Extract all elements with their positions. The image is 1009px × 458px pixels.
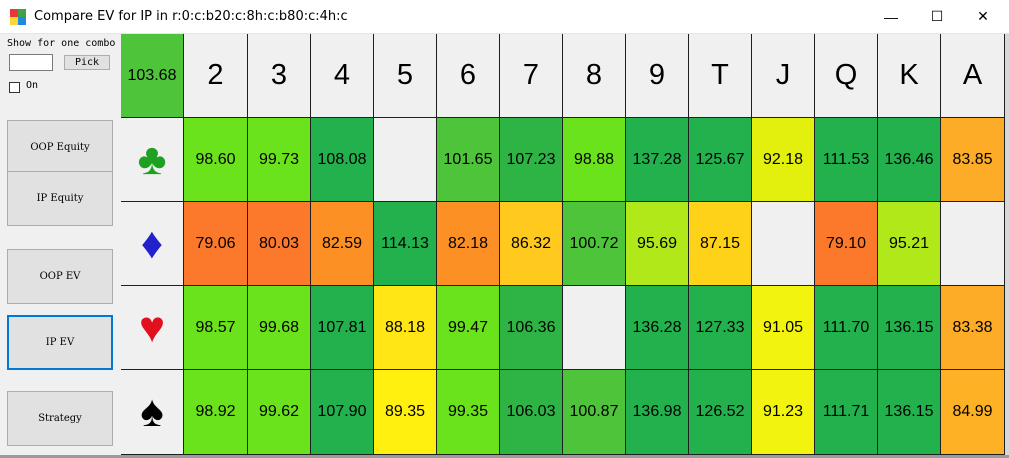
ev-cell-9-clubs[interactable]: 137.28	[626, 118, 689, 202]
ev-cell-j-diamonds[interactable]	[752, 202, 815, 286]
ev-cell-k-hearts[interactable]: 136.15	[878, 286, 941, 370]
ev-grid: 103.68 2 3 4 5 6 7 8 9 T J Q K A ♣ 98.60 99.73 108.08 101.…	[121, 34, 1005, 455]
ev-cell-6-spades[interactable]: 99.35	[437, 370, 500, 455]
ev-cell-q-spades[interactable]: 111.71	[815, 370, 878, 455]
ev-cell-6-diamonds[interactable]: 82.18	[437, 202, 500, 286]
pick-button[interactable]: Pick	[64, 55, 110, 70]
ev-cell-4-hearts[interactable]: 107.81	[311, 286, 374, 370]
close-button[interactable]: ✕	[960, 0, 1006, 33]
ev-cell-3-clubs[interactable]: 99.73	[248, 118, 311, 202]
suit-header-spades[interactable]: ♠	[121, 370, 184, 455]
ev-cell-t-diamonds[interactable]: 87.15	[689, 202, 752, 286]
ev-cell-2-clubs[interactable]: 98.60	[184, 118, 248, 202]
ev-cell-k-clubs[interactable]: 136.46	[878, 118, 941, 202]
ev-cell-3-spades[interactable]: 99.62	[248, 370, 311, 455]
on-checkbox[interactable]	[9, 82, 20, 93]
rank-header-j[interactable]: J	[752, 34, 815, 118]
title-bar: Compare EV for IP in r:0:c:b20:c:8h:c:b8…	[0, 0, 1009, 34]
ev-cell-8-spades[interactable]: 100.87	[563, 370, 626, 455]
show-combo-label: Show for one combo	[7, 38, 116, 49]
ev-cell-2-hearts[interactable]: 98.57	[184, 286, 248, 370]
rank-header-7[interactable]: 7	[500, 34, 563, 118]
ip-ev-button[interactable]: IP EV	[7, 315, 113, 370]
ev-cell-q-hearts[interactable]: 111.70	[815, 286, 878, 370]
app-icon	[10, 9, 26, 25]
ev-cell-5-hearts[interactable]: 88.18	[374, 286, 437, 370]
ev-cell-7-hearts[interactable]: 106.36	[500, 286, 563, 370]
rank-header-k[interactable]: K	[878, 34, 941, 118]
ev-cell-k-spades[interactable]: 136.15	[878, 370, 941, 455]
rank-header-8[interactable]: 8	[563, 34, 626, 118]
ev-cell-a-diamonds[interactable]	[941, 202, 1005, 286]
rank-header-a[interactable]: A	[941, 34, 1005, 118]
club-icon: ♣	[137, 134, 167, 184]
suit-header-diamonds[interactable]: ♦	[121, 202, 184, 286]
ev-cell-5-diamonds[interactable]: 114.13	[374, 202, 437, 286]
ip-equity-button[interactable]: IP Equity	[7, 171, 113, 226]
ev-cell-j-clubs[interactable]: 92.18	[752, 118, 815, 202]
ev-cell-4-clubs[interactable]: 108.08	[311, 118, 374, 202]
ev-cell-a-clubs[interactable]: 83.85	[941, 118, 1005, 202]
ev-cell-8-clubs[interactable]: 98.88	[563, 118, 626, 202]
ev-cell-3-diamonds[interactable]: 80.03	[248, 202, 311, 286]
ev-cell-j-hearts[interactable]: 91.05	[752, 286, 815, 370]
rank-header-3[interactable]: 3	[248, 34, 311, 118]
ev-cell-k-diamonds[interactable]: 95.21	[878, 202, 941, 286]
rank-header-6[interactable]: 6	[437, 34, 500, 118]
ev-cell-8-hearts[interactable]	[563, 286, 626, 370]
ev-cell-9-spades[interactable]: 136.98	[626, 370, 689, 455]
ev-cell-j-spades[interactable]: 91.23	[752, 370, 815, 455]
ev-cell-5-clubs[interactable]	[374, 118, 437, 202]
minimize-button[interactable]: —	[868, 0, 914, 33]
diamond-icon: ♦	[140, 218, 164, 268]
ev-cell-t-hearts[interactable]: 127.33	[689, 286, 752, 370]
suit-header-hearts[interactable]: ♥	[121, 286, 184, 370]
ev-cell-6-hearts[interactable]: 99.47	[437, 286, 500, 370]
ev-cell-4-diamonds[interactable]: 82.59	[311, 202, 374, 286]
ev-cell-8-diamonds[interactable]: 100.72	[563, 202, 626, 286]
ev-cell-a-spades[interactable]: 84.99	[941, 370, 1005, 455]
ev-cell-9-hearts[interactable]: 136.28	[626, 286, 689, 370]
ev-cell-4-spades[interactable]: 107.90	[311, 370, 374, 455]
ev-cell-q-clubs[interactable]: 111.53	[815, 118, 878, 202]
strategy-button[interactable]: Strategy	[7, 391, 113, 446]
oop-ev-button[interactable]: OOP EV	[7, 249, 113, 304]
oop-equity-button[interactable]: OOP Equity	[7, 120, 113, 175]
rank-header-4[interactable]: 4	[311, 34, 374, 118]
rank-header-9[interactable]: 9	[626, 34, 689, 118]
ev-cell-7-spades[interactable]: 106.03	[500, 370, 563, 455]
combo-input[interactable]	[9, 54, 53, 71]
ev-cell-2-diamonds[interactable]: 79.06	[184, 202, 248, 286]
heart-icon: ♥	[138, 302, 166, 352]
ev-cell-7-diamonds[interactable]: 86.32	[500, 202, 563, 286]
scrollbar[interactable]	[1005, 34, 1009, 458]
ev-cell-2-spades[interactable]: 98.92	[184, 370, 248, 455]
ev-cell-a-hearts[interactable]: 83.38	[941, 286, 1005, 370]
rank-header-t[interactable]: T	[689, 34, 752, 118]
spade-icon: ♠	[140, 387, 164, 436]
suit-header-clubs[interactable]: ♣	[121, 118, 184, 202]
on-label: On	[26, 80, 39, 91]
ev-cell-t-spades[interactable]: 126.52	[689, 370, 752, 455]
ev-cell-7-clubs[interactable]: 107.23	[500, 118, 563, 202]
rank-header-q[interactable]: Q	[815, 34, 878, 118]
overall-value-cell: 103.68	[121, 34, 184, 118]
maximize-button[interactable]: ☐	[914, 0, 960, 33]
ev-cell-q-diamonds[interactable]: 79.10	[815, 202, 878, 286]
ev-cell-9-diamonds[interactable]: 95.69	[626, 202, 689, 286]
rank-header-5[interactable]: 5	[374, 34, 437, 118]
sidebar: Show for one combo Pick On OOP Equity IP …	[0, 34, 121, 458]
ev-cell-t-clubs[interactable]: 125.67	[689, 118, 752, 202]
window-title: Compare EV for IP in r:0:c:b20:c:8h:c:b8…	[34, 9, 348, 24]
rank-header-2[interactable]: 2	[184, 34, 248, 118]
ev-cell-6-clubs[interactable]: 101.65	[437, 118, 500, 202]
ev-cell-3-hearts[interactable]: 99.68	[248, 286, 311, 370]
ev-cell-5-spades[interactable]: 89.35	[374, 370, 437, 455]
